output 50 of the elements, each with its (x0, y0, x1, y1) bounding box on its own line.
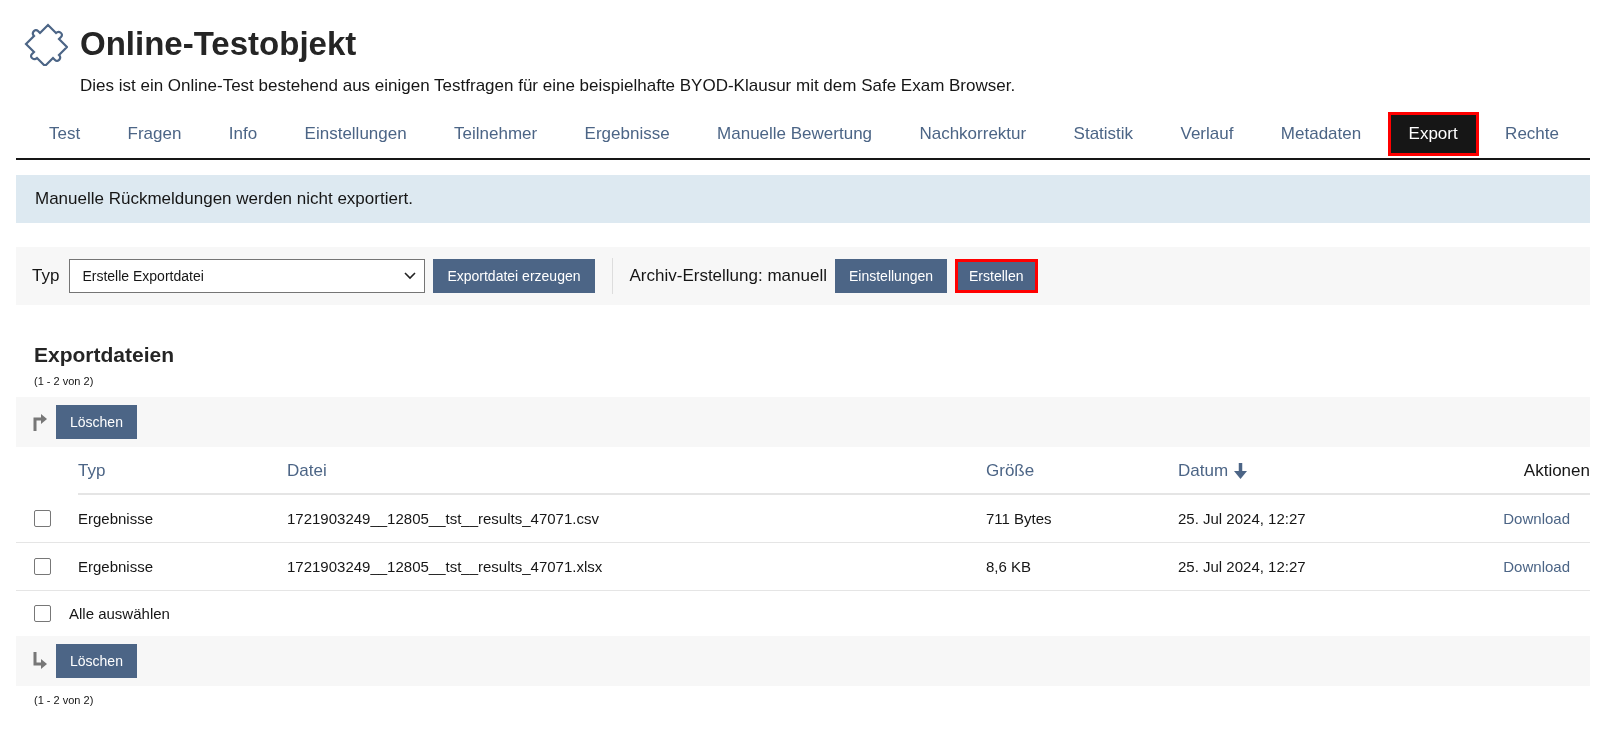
page-description: Dies ist ein Online-Test bestehend aus einigen Testfragen für eine beispielhafte BYOD-Klausur mit dem Safe Exam Browser. (80, 76, 1017, 96)
archive-label: Archiv-Erstellung: manuell (629, 266, 827, 286)
checkbox[interactable] (34, 605, 51, 622)
select-all-label: Alle auswählen (69, 605, 170, 622)
info-message: Manuelle Rückmeldungen werden nicht exportiert. (16, 175, 1590, 223)
tab[interactable]: Verlauf (1159, 112, 1255, 156)
arrow-turn-right-icon (32, 652, 48, 670)
download-link[interactable]: Download (1503, 558, 1570, 575)
date-cell: 25. Jul 2024, 12:27 (1178, 510, 1306, 527)
tab[interactable]: Einstellungen (283, 112, 428, 156)
file-cell: 1721903249__12805__tst__results_47071.csv (287, 510, 599, 527)
delete-button[interactable]: Löschen (56, 405, 137, 439)
type-label: Typ (32, 266, 60, 286)
type-cell: Ergebnisse (78, 510, 154, 527)
tab[interactable]: Export (1387, 112, 1479, 156)
item-count: (1 - 2 von 2) (34, 375, 95, 387)
tab[interactable]: Nachkorrektur (898, 112, 1048, 156)
column-header: Aktionen (1468, 447, 1590, 495)
column-header[interactable]: Typ (78, 447, 287, 495)
type-cell: Ergebnisse (78, 558, 154, 575)
tab[interactable]: Ergebnisse (563, 112, 691, 156)
type-select[interactable]: Erstelle Exportdatei (69, 259, 426, 293)
size-cell: 8,6 KB (986, 558, 1032, 575)
checkbox[interactable] (34, 510, 51, 527)
create-export-button[interactable]: Exportdatei erzeugen (433, 259, 595, 293)
column-header[interactable]: Datum (1178, 447, 1468, 495)
tab[interactable]: Info (207, 112, 279, 156)
item-count: (1 - 2 von 2) (34, 694, 95, 706)
tab[interactable]: Statistik (1052, 112, 1155, 156)
tab[interactable]: Teilnehmer (433, 112, 559, 156)
page-title: Online-Testobjekt (80, 25, 357, 63)
checkbox[interactable] (34, 558, 51, 575)
chevron-down-icon (404, 272, 417, 280)
column-header[interactable]: Größe (986, 447, 1178, 495)
tab[interactable]: Test (28, 112, 102, 156)
delete-button[interactable]: Löschen (56, 644, 137, 678)
column-header[interactable]: Datei (287, 447, 986, 495)
size-cell: 711 Bytes (986, 510, 1052, 527)
tab[interactable]: Manuelle Bewertung (696, 112, 894, 156)
download-link[interactable]: Download (1503, 510, 1570, 527)
arrow-turn-right-icon (32, 413, 48, 431)
file-cell: 1721903249__12805__tst__results_47071.xlsx (287, 558, 603, 575)
date-cell: 25. Jul 2024, 12:27 (1178, 558, 1306, 575)
archive-button[interactable]: Einstellungen (834, 259, 948, 293)
archive-button[interactable]: Erstellen (955, 259, 1038, 293)
tab[interactable]: Metadaten (1259, 112, 1383, 156)
tab[interactable]: Fragen (106, 112, 203, 156)
arrow-down-icon (1234, 463, 1248, 479)
tab[interactable]: Rechte (1484, 112, 1580, 156)
section-title: Exportdateien (34, 343, 176, 367)
